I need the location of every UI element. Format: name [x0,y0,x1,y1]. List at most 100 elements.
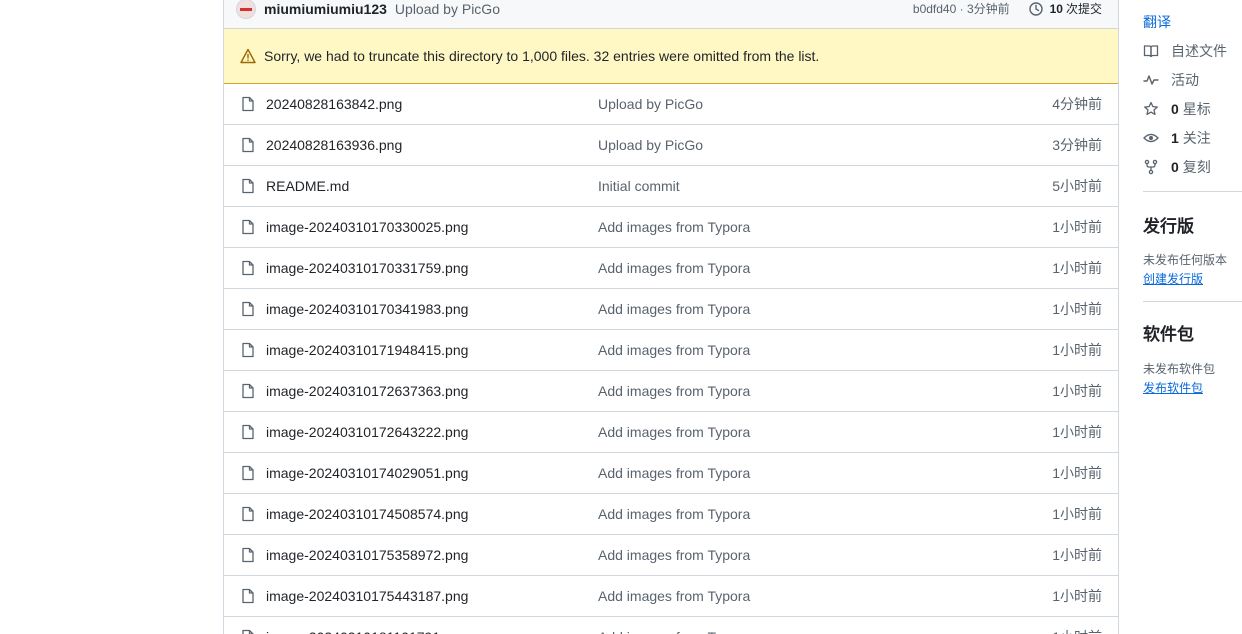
book-icon [1143,45,1159,58]
forks-label: 复刻 [1182,159,1211,175]
file-name-link[interactable]: image-20240310175358972.png [266,547,598,563]
file-icon [242,424,254,440]
file-row[interactable]: image-20240310172637363.png Add images fr… [224,371,1118,412]
file-row[interactable]: image-20240310175443187.png Add images fr… [224,576,1118,617]
stars-count: 0 [1171,101,1179,117]
watchers-link[interactable]: 1 关注 [1143,128,1211,148]
file-name-link[interactable]: image-20240310172643222.png [266,424,598,440]
file-commit-time: 4分钟前 [1052,96,1102,112]
file-list: 20240828163842.png Upload by PicGo 4分钟前 202… [224,84,1118,634]
commit-hash-time[interactable]: b0dfd40 · 3分钟前 [913,0,1010,17]
file-commit-message[interactable]: Add images from Typora [598,465,1022,481]
file-commit-message[interactable]: Add images from Typora [598,342,1022,358]
file-commit-message[interactable]: Initial commit [598,178,1022,194]
file-icon [242,137,254,153]
file-commit-message[interactable]: Upload by PicGo [598,96,1022,112]
file-commit-message[interactable]: Add images from Typora [598,506,1022,522]
file-icon [242,301,254,317]
file-row[interactable]: image-20240310170341983.png Add images fr… [224,289,1118,330]
activity-label: 活动 [1171,72,1199,88]
translate-link[interactable]: 翻译 [1143,12,1171,32]
file-name-link[interactable]: image-20240310175443187.png [266,588,598,604]
file-name-link[interactable]: image-20240310174029051.png [266,465,598,481]
file-commit-message[interactable]: Add images from Typora [598,424,1022,440]
commit-history-link[interactable]: 10 次提交 [1028,0,1102,17]
forks-count: 0 [1171,159,1179,175]
file-name-link[interactable]: image-20240310170331759.png [266,260,598,276]
releases-empty-text: 未发布任何版本 [1143,253,1228,267]
readme-label: 自述文件 [1171,43,1227,59]
file-icon [242,547,254,563]
file-commit-time: 1小时前 [1052,547,1102,563]
forks-link[interactable]: 0 复刻 [1143,157,1211,177]
file-commit-time: 1小时前 [1052,506,1102,522]
file-commit-time: 1小时前 [1052,219,1102,235]
activity-link[interactable]: 活动 [1143,70,1199,90]
packages-heading[interactable]: 软件包 [1143,320,1194,345]
file-commit-message[interactable]: Add images from Typora [598,219,1022,235]
packages-empty-text: 未发布软件包 [1143,362,1216,376]
file-commit-message[interactable]: Add images from Typora [598,383,1022,399]
commit-meta: b0dfd40 · 3分钟前 10 次提交 [913,0,1102,17]
file-commit-time: 1小时前 [1022,627,1102,634]
file-commit-message[interactable]: Add images from Typora [598,588,1022,604]
file-row[interactable]: image-20240310181101791.pngAdd images fr… [224,617,1118,634]
file-icon [242,588,254,604]
file-commit-time: 1小时前 [1052,301,1102,317]
file-icon [242,178,254,194]
commit-count: 10 [1049,1,1063,16]
file-row[interactable]: image-20240310174029051.png Add images fr… [224,453,1118,494]
file-row[interactable]: 20240828163842.png Upload by PicGo 4分钟前 [224,84,1118,125]
create-release-link[interactable]: 创建发行版 [1143,270,1203,287]
file-commit-message[interactable]: Add images from Typora [598,301,1022,317]
file-commit-message[interactable]: Add images from Typora [598,547,1022,563]
file-row[interactable]: README.md Initial commit 5小时前 [224,166,1118,207]
file-icon [242,219,254,235]
releases-heading[interactable]: 发行版 [1143,212,1194,237]
star-icon [1144,101,1158,116]
file-commit-message[interactable]: Add images from Typora [598,629,1022,634]
file-name-link[interactable]: README.md [266,178,598,194]
file-name-link[interactable]: 20240828163842.png [266,96,598,112]
watchers-count: 1 [1171,130,1179,146]
file-commit-time: 1小时前 [1052,260,1102,276]
file-name-link[interactable]: 20240828163936.png [266,137,598,153]
file-commit-message[interactable]: Upload by PicGo [598,137,1022,153]
file-name-link[interactable]: image-20240310171948415.png [266,342,598,358]
sidebar-divider [1143,191,1242,192]
file-row[interactable]: image-20240310175358972.png Add images fr… [224,535,1118,576]
fork-icon [1144,159,1158,175]
truncation-warning: Sorry, we had to truncate this directory… [224,29,1118,84]
file-commit-message[interactable]: Add images from Typora [598,260,1022,276]
readme-link[interactable]: 自述文件 [1143,41,1227,61]
file-name-link[interactable]: image-20240310174508574.png [266,506,598,522]
file-commit-time: 1小时前 [1052,342,1102,358]
file-icon [242,465,254,481]
publish-package-link[interactable]: 发布软件包 [1143,379,1203,396]
author-avatar[interactable] [236,0,256,19]
watchers-label: 关注 [1182,130,1211,146]
file-icon [242,342,254,358]
file-name-link[interactable]: image-20240310170330025.png [266,219,598,235]
file-row[interactable]: 20240828163936.png Upload by PicGo 3分钟前 [224,125,1118,166]
file-row[interactable]: image-20240310170331759.png Add images fr… [224,248,1118,289]
stars-label: 星标 [1182,101,1211,117]
file-row[interactable]: image-20240310174508574.png Add images fr… [224,494,1118,535]
file-icon [242,383,254,399]
file-commit-time: 1小时前 [1052,424,1102,440]
file-name-link[interactable]: image-20240310172637363.png [266,383,598,399]
file-name-link[interactable]: image-20240310181101791.png [266,629,598,634]
file-row[interactable]: image-20240310170330025.png Add images fr… [224,207,1118,248]
file-icon [242,506,254,522]
commit-count-label: 次提交 [1065,2,1102,16]
sidebar-divider [1143,301,1242,302]
stars-link[interactable]: 0 星标 [1143,99,1211,119]
commit-message[interactable]: Upload by PicGo [395,1,500,17]
file-row[interactable]: image-20240310171948415.png Add images fr… [224,330,1118,371]
file-commit-time: 1小时前 [1052,588,1102,604]
latest-commit-bar: miumiumiumiu123 Upload by PicGo b0dfd40 … [224,0,1118,29]
commit-author[interactable]: miumiumiumiu123 [264,1,387,17]
file-row[interactable]: image-20240310172643222.png Add images fr… [224,412,1118,453]
file-commit-time: 1小时前 [1052,383,1102,399]
file-name-link[interactable]: image-20240310170341983.png [266,301,598,317]
